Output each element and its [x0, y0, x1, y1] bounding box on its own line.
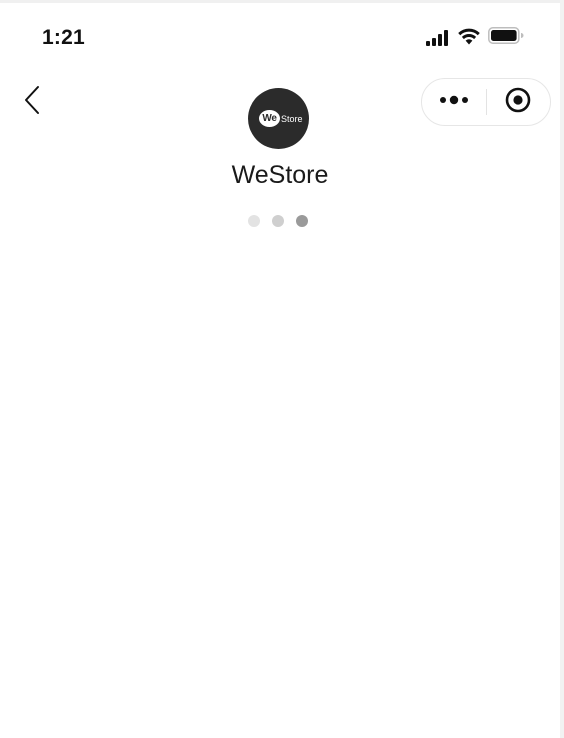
mini-program-loading-screen: 1:21 We Store WeStore: [0, 0, 560, 738]
logo-text-we: We: [259, 110, 280, 127]
chevron-left-icon: [23, 85, 41, 120]
more-button[interactable]: [422, 79, 486, 125]
app-name: WeStore: [231, 161, 329, 189]
logo-mark: We Store: [259, 109, 303, 128]
app-logo: We Store: [248, 88, 309, 149]
back-button[interactable]: [16, 82, 48, 122]
loading-dot-3: [296, 215, 308, 227]
loading-indicator: [248, 215, 308, 227]
menu-capsule: [421, 78, 551, 126]
battery-icon: [488, 27, 524, 49]
status-icons: [426, 26, 524, 50]
cellular-signal-icon: [426, 30, 450, 46]
more-dots-icon: [438, 93, 470, 111]
target-close-icon: [504, 86, 532, 119]
right-edge-strip: [560, 0, 564, 738]
close-button[interactable]: [487, 79, 551, 125]
top-edge: [0, 0, 560, 3]
wifi-icon: [457, 27, 481, 50]
loading-dot-2: [272, 215, 284, 227]
loading-dot-1: [248, 215, 260, 227]
status-time: 1:21: [42, 26, 85, 49]
logo-text-store: Store: [281, 113, 303, 124]
